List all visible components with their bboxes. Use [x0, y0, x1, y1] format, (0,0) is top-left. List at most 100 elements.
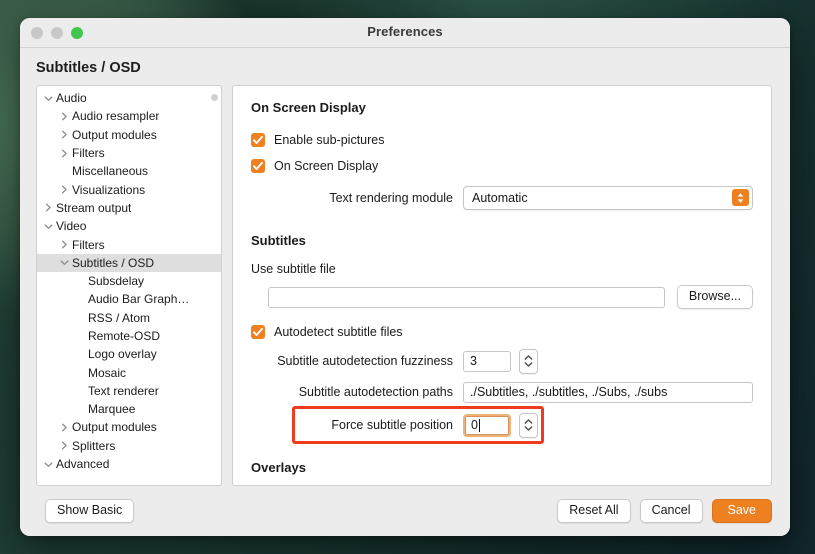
sidebar-item-label: Marquee — [88, 402, 136, 417]
sidebar-scrollbar[interactable] — [211, 94, 218, 101]
on-screen-display-label: On Screen Display — [274, 159, 379, 173]
settings-panel: On Screen Display Enable sub-pictures On… — [232, 85, 772, 486]
sidebar-item-marquee[interactable]: Marquee — [37, 400, 221, 418]
sidebar-item-splitters[interactable]: Splitters — [37, 437, 221, 455]
sidebar-item-filters[interactable]: Filters — [37, 144, 221, 162]
dialog-footer: Show Basic Reset All Cancel Save — [20, 486, 790, 536]
sidebar-item-output-modules[interactable]: Output modules — [37, 418, 221, 436]
chevron-right-icon[interactable] — [57, 112, 72, 121]
show-basic-button[interactable]: Show Basic — [45, 498, 135, 524]
sidebar-item-label: RSS / Atom — [88, 310, 151, 325]
sidebar-item-text-renderer[interactable]: Text renderer — [37, 382, 221, 400]
text-cursor — [478, 418, 480, 432]
sidebar: Audio Audio resampler Output modules Filter… — [36, 85, 222, 486]
sidebar-item-subsdelay[interactable]: Subsdelay — [37, 272, 221, 290]
sidebar-tree[interactable]: Audio Audio resampler Output modules Filter… — [37, 86, 221, 473]
sidebar-item-label: Visualizations — [72, 182, 146, 197]
chevron-down-icon[interactable] — [41, 94, 56, 103]
section-title-on-screen-display: On Screen Display — [251, 100, 366, 115]
enable-subpictures-label: Enable sub-pictures — [274, 133, 385, 147]
sidebar-item-logo-overlay[interactable]: Logo overlay — [37, 345, 221, 363]
desktop-background: Preferences Subtitles / OSD Audio Audio r… — [0, 0, 815, 554]
sidebar-item-label: Video — [56, 219, 87, 234]
sidebar-item-label: Stream output — [56, 200, 132, 215]
sidebar-item-label: Output modules — [72, 127, 157, 142]
window-title: Preferences — [367, 24, 443, 39]
force-subtitle-position-value: 0 — [471, 418, 478, 432]
sidebar-item-visualizations[interactable]: Visualizations — [37, 180, 221, 198]
sidebar-item-label: Audio — [56, 91, 87, 106]
sidebar-item-audio-resampler[interactable]: Audio resampler — [37, 107, 221, 125]
chevron-updown-icon[interactable] — [732, 189, 749, 206]
preferences-window: Preferences Subtitles / OSD Audio Audio r… — [20, 18, 790, 536]
autodetection-paths-input[interactable]: ./Subtitles, ./subtitles, ./Subs, ./subs — [463, 381, 753, 403]
chevron-right-icon[interactable] — [57, 423, 72, 432]
sidebar-item-label: Subsdelay — [88, 274, 145, 289]
sidebar-item-filters[interactable]: Filters — [37, 235, 221, 253]
chevron-down-icon[interactable] — [41, 222, 56, 231]
sidebar-item-mosaic[interactable]: Mosaic — [37, 363, 221, 381]
autodetect-subtitle-files-row[interactable]: Autodetect subtitle files — [251, 321, 753, 343]
chevron-right-icon[interactable] — [41, 203, 56, 212]
cancel-button[interactable]: Cancel — [639, 498, 703, 524]
sidebar-item-subtitles-osd[interactable]: Subtitles / OSD — [37, 253, 221, 272]
subtitle-file-input[interactable] — [268, 286, 665, 308]
sidebar-item-label: Audio Bar Graph… — [88, 292, 190, 307]
section-title-overlays: Overlays — [251, 460, 306, 475]
autodetect-subtitle-files-checkbox[interactable] — [251, 325, 265, 339]
chevron-up-icon — [524, 419, 533, 424]
sidebar-item-label: Remote-OSD — [88, 329, 161, 343]
sidebar-item-video[interactable]: Video — [37, 217, 221, 235]
sidebar-item-audio-bar-graph[interactable]: Audio Bar Graph… — [37, 290, 221, 308]
settings-panel-scrollbar[interactable] — [759, 87, 770, 484]
sidebar-item-label: Text renderer — [88, 383, 159, 398]
window-titlebar: Preferences — [20, 18, 790, 48]
sidebar-item-label: Audio resampler — [72, 109, 160, 124]
chevron-right-icon[interactable] — [57, 149, 72, 158]
use-subtitle-file-row: Browse... — [251, 284, 753, 310]
chevron-down-icon — [524, 426, 533, 431]
settings-content: On Screen Display Enable sub-pictures On… — [233, 86, 771, 475]
sidebar-item-label: Filters — [72, 146, 105, 161]
reset-all-button[interactable]: Reset All — [557, 498, 631, 524]
sidebar-item-output-modules[interactable]: Output modules — [37, 126, 221, 144]
sidebar-item-label: Output modules — [72, 420, 157, 435]
autodetect-subtitle-files-label: Autodetect subtitle files — [274, 325, 403, 339]
sidebar-item-rss-atom[interactable]: RSS / Atom — [37, 309, 221, 327]
sidebar-item-advanced[interactable]: Advanced — [37, 455, 221, 473]
chevron-down-icon[interactable] — [57, 258, 72, 267]
chevron-right-icon[interactable] — [57, 441, 72, 450]
text-rendering-module-row: Text rendering module Automatic — [251, 185, 753, 211]
page-title: Subtitles / OSD — [36, 60, 141, 76]
sidebar-item-label: Filters — [72, 237, 105, 252]
enable-subpictures-checkbox[interactable] — [251, 133, 265, 147]
text-rendering-module-value: Automatic — [472, 191, 528, 205]
preferences-body: Audio Audio resampler Output modules Filter… — [20, 85, 790, 486]
autodetection-fuzziness-input[interactable]: 3 — [463, 350, 511, 372]
chevron-down-icon[interactable] — [41, 460, 56, 469]
autodetection-fuzziness-row: Subtitle autodetection fuzziness 3 — [251, 348, 753, 374]
sidebar-item-remote-osd[interactable]: Remote-OSD — [37, 327, 221, 345]
chevron-down-icon — [524, 362, 533, 367]
chevron-right-icon[interactable] — [57, 130, 72, 139]
use-subtitle-file-label: Use subtitle file — [251, 262, 336, 276]
chevron-right-icon[interactable] — [57, 240, 72, 249]
sidebar-item-audio[interactable]: Audio — [37, 89, 221, 107]
text-rendering-module-label: Text rendering module — [329, 191, 453, 205]
force-subtitle-position-stepper[interactable] — [519, 412, 538, 438]
sidebar-item-stream-output[interactable]: Stream output — [37, 199, 221, 217]
text-rendering-module-dropdown[interactable]: Automatic — [463, 186, 753, 210]
enable-subpictures-row[interactable]: Enable sub-pictures — [251, 129, 753, 151]
chevron-right-icon[interactable] — [57, 185, 72, 194]
on-screen-display-checkbox[interactable] — [251, 159, 265, 173]
force-subtitle-position-input[interactable]: 0 — [463, 413, 511, 437]
autodetection-fuzziness-label: Subtitle autodetection fuzziness — [277, 354, 453, 368]
save-button[interactable]: Save — [711, 498, 772, 524]
sidebar-item-miscellaneous[interactable]: Miscellaneous — [37, 162, 221, 180]
browse-button[interactable]: Browse... — [676, 284, 753, 310]
autodetection-fuzziness-stepper[interactable] — [519, 348, 538, 374]
sidebar-item-label: Logo overlay — [88, 347, 157, 362]
sidebar-item-label: Mosaic — [88, 365, 127, 380]
autodetection-paths-row: Subtitle autodetection paths ./Subtitles… — [251, 379, 753, 405]
on-screen-display-row[interactable]: On Screen Display — [251, 155, 753, 177]
